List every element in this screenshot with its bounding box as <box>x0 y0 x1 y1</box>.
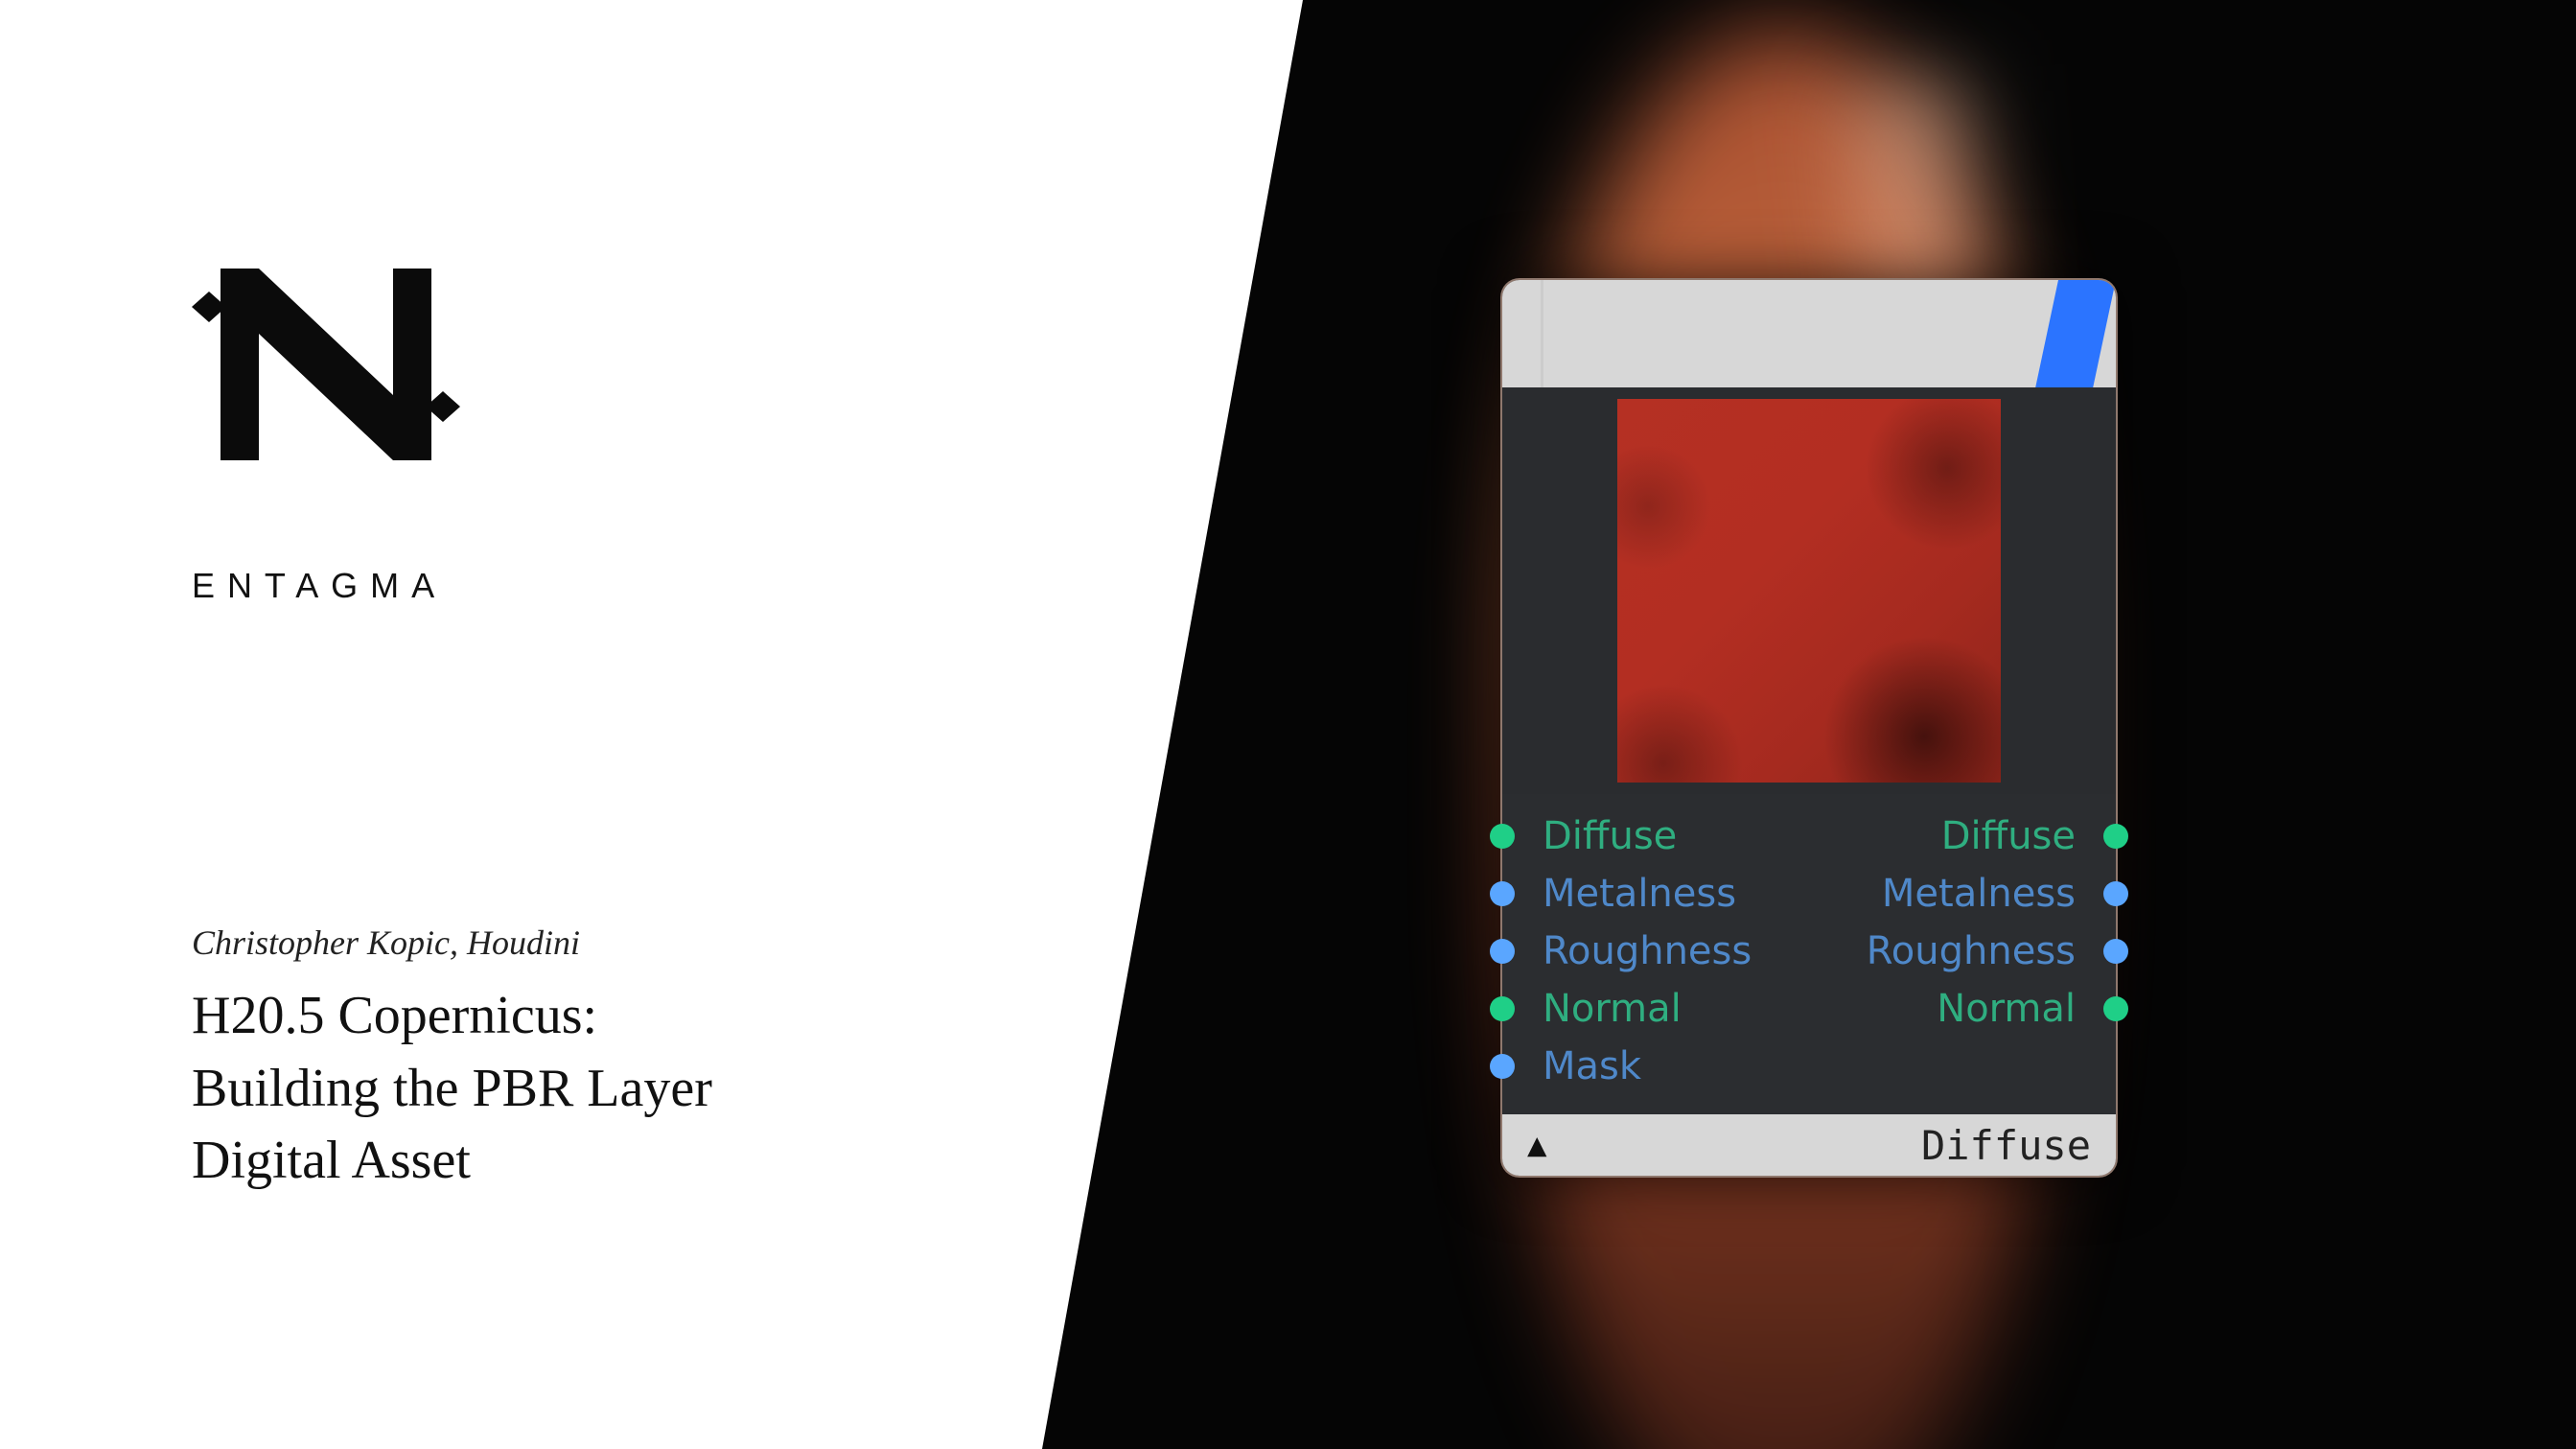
port-dot-icon[interactable] <box>2103 996 2128 1021</box>
port-output-label: Metalness <box>1882 872 2076 916</box>
port-output[interactable]: Normal <box>1937 987 2095 1031</box>
triangle-up-icon: ▲ <box>1527 1126 1546 1164</box>
byline: Christopher Kopic, Houdini <box>192 923 1055 963</box>
pbr-node-panel: Diffuse Diffuse Metalness Metalness Roughnes… <box>1500 278 2118 1178</box>
port-dot-icon[interactable] <box>2103 824 2128 849</box>
port-input[interactable]: Roughness <box>1523 929 1752 973</box>
port-input-label: Diffuse <box>1543 814 1677 858</box>
footer-output-label: Diffuse <box>1921 1122 2091 1169</box>
port-output[interactable]: Diffuse <box>1941 814 2095 858</box>
node-header <box>1502 280 2116 387</box>
port-dot-icon[interactable] <box>1490 939 1515 964</box>
header-active-tab-icon <box>2035 280 2116 387</box>
title-line-3: Digital Asset <box>192 1125 1055 1198</box>
left-panel: ENTAGMA Christopher Kopic, Houdini H20.5… <box>192 240 1055 1198</box>
title-line-1: H20.5 Copernicus: <box>192 980 1055 1053</box>
entagma-logo-icon <box>192 240 460 489</box>
texture-preview-swatch <box>1617 399 2001 783</box>
port-dot-icon[interactable] <box>1490 824 1515 849</box>
port-input[interactable]: Normal <box>1523 987 1682 1031</box>
port-input-label: Roughness <box>1543 929 1752 973</box>
port-input-label: Mask <box>1543 1044 1641 1088</box>
port-dot-icon[interactable] <box>1490 1054 1515 1079</box>
port-input-label: Metalness <box>1543 872 1736 916</box>
port-output-label: Diffuse <box>1941 814 2076 858</box>
port-input[interactable]: Mask <box>1523 1044 1641 1088</box>
port-output-label: Roughness <box>1867 929 2076 973</box>
port-input-label: Normal <box>1543 987 1682 1031</box>
brand-name: ENTAGMA <box>192 566 1055 606</box>
port-row: Mask <box>1502 1038 2116 1095</box>
port-dot-icon[interactable] <box>1490 996 1515 1021</box>
port-dot-icon[interactable] <box>2103 939 2128 964</box>
port-output[interactable]: Metalness <box>1882 872 2095 916</box>
port-row: Metalness Metalness <box>1502 865 2116 923</box>
node-ports: Diffuse Diffuse Metalness Metalness Roughnes… <box>1502 794 2116 1114</box>
node-preview-area <box>1502 387 2116 794</box>
port-output[interactable]: Roughness <box>1867 929 2095 973</box>
port-row: Diffuse Diffuse <box>1502 807 2116 865</box>
title-line-2: Building the PBR Layer <box>192 1053 1055 1126</box>
port-dot-icon[interactable] <box>1490 881 1515 906</box>
header-divider <box>1541 280 1543 387</box>
port-row: Roughness Roughness <box>1502 923 2116 980</box>
port-dot-icon[interactable] <box>2103 881 2128 906</box>
port-input[interactable]: Metalness <box>1523 872 1736 916</box>
page-title: H20.5 Copernicus: Building the PBR Layer… <box>192 980 1055 1198</box>
node-footer: ▲ Diffuse <box>1502 1114 2116 1176</box>
port-row: Normal Normal <box>1502 980 2116 1038</box>
port-input[interactable]: Diffuse <box>1523 814 1677 858</box>
port-output-label: Normal <box>1937 987 2076 1031</box>
page-canvas: ENTAGMA Christopher Kopic, Houdini H20.5… <box>0 0 2576 1449</box>
